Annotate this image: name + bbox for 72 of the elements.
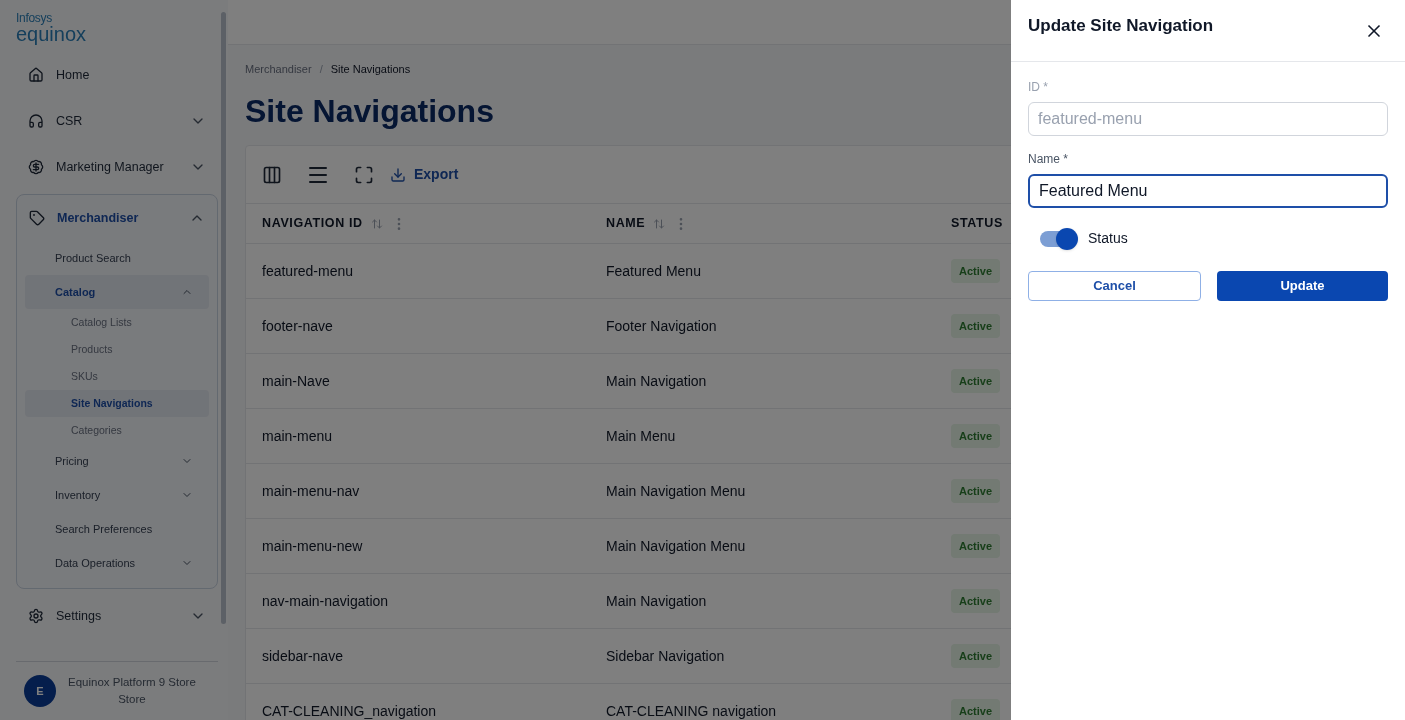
export-button[interactable]: Export [390,164,459,185]
download-icon [390,166,406,183]
table-cell-text: CAT-CLEANING_navigation [262,701,438,720]
table-cell-text: sidebar-nave [262,646,344,666]
breadcrumb-separator: / [319,62,323,77]
breadcrumb-link[interactable]: Merchandiser [245,61,312,77]
status-badge: Active [951,588,1001,614]
nav-item[interactable]: Marketing Manager [16,144,218,190]
field-label: Name * [1028,151,1069,168]
status-badge: Active [951,423,1001,449]
user-avatar: E [24,675,56,707]
nav-item[interactable]: Data Operations [25,546,209,580]
nav-subitem[interactable]: Site Navigations [25,390,209,417]
nav-item[interactable]: Product Search [25,241,209,275]
nav-icon [28,608,44,624]
column-header[interactable]: NAME [606,214,646,233]
column-header[interactable]: NAVIGATION ID [262,214,363,233]
logo-text: equinox [16,24,88,44]
table-cell-text: main-menu-nav [262,481,361,501]
status-badge: Active [951,533,1001,559]
logo-text: Infosys [16,12,53,24]
table-cell-text: Sidebar Navigation [606,646,726,666]
nav-icon [29,210,45,226]
status-badge: Active [951,258,1001,284]
nav-item[interactable]: Merchandiser [17,195,217,241]
field-label: ID * [1028,79,1049,96]
update-button[interactable]: Update [1217,271,1388,301]
nav-item[interactable]: Settings [16,593,218,639]
nav-item[interactable]: Search Preferences [25,512,209,546]
nav-subitem[interactable]: Products [25,336,209,363]
nav-icon [28,159,44,175]
table-cell-text: Main Menu [606,426,677,446]
toggle-label: Status [1088,229,1128,248]
breadcrumb-current: Site Navigations [330,62,411,77]
status-badge: Active [951,643,1001,669]
status-badge: Active [951,368,1001,394]
status-badge: Active [951,478,1001,504]
nav-item[interactable]: Pricing [25,444,209,478]
user-name: Equinox Platform 9 Store [68,675,196,690]
fullscreen-icon[interactable] [354,164,374,185]
table-cell-text: CAT-CLEANING navigation [606,701,778,720]
table-cell-text: Main Navigation Menu [606,536,747,556]
nav-icon [28,67,44,83]
status-badge: Active [951,313,1001,339]
nav-subitem[interactable]: Categories [25,417,209,444]
table-cell-text: Featured Menu [606,261,702,281]
table-cell-text: main-Nave [262,371,331,391]
cancel-button[interactable]: Cancel [1028,271,1201,301]
status-badge: Active [951,698,1001,720]
table-cell-text: Footer Navigation [606,316,718,336]
column-header[interactable]: STATUS [951,214,1003,233]
input-field[interactable]: Featured Menu [1028,174,1388,208]
nav-item[interactable]: Home [16,52,218,98]
table-cell-text: Main Navigation [606,591,708,611]
table-cell-text: main-menu-new [262,536,364,556]
user-role: Store [118,692,146,707]
table-cell-text: Main Navigation [606,371,708,391]
status-toggle[interactable] [1040,230,1076,247]
table-cell-text: Main Navigation Menu [606,481,747,501]
table-cell-text: main-menu [262,426,334,446]
nav-icon [28,113,44,129]
columns-icon[interactable] [262,164,282,185]
nav-item[interactable]: Inventory [25,478,209,512]
nav-subitem[interactable]: Catalog Lists [25,309,209,336]
table-cell-text: footer-nave [262,316,334,336]
nav-subitem[interactable]: SKUs [25,363,209,390]
nav-item[interactable]: CSR [16,98,218,144]
drawer-title: Update Site Navigation [1028,14,1214,37]
table-cell-text: nav-main-navigation [262,591,390,611]
nav-item[interactable]: Catalog [25,275,209,309]
table-cell-text: featured-menu [262,261,355,281]
page-title: Site Navigations [245,92,494,131]
